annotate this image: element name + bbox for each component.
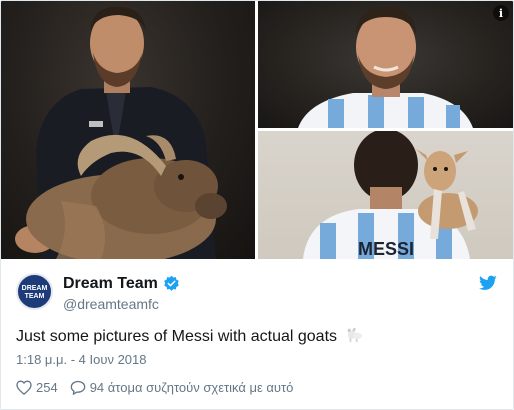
tweet-text-body: Just some pictures of Messi with actual …: [16, 328, 338, 345]
replies-text: 94 άτομα συζητούν σχετικά με αυτό: [89, 379, 294, 395]
twitter-bird-icon[interactable]: [479, 275, 497, 291]
handle[interactable]: @dreamteamfc: [63, 296, 159, 312]
heart-icon: [16, 379, 32, 395]
jersey-name: MESSI: [358, 239, 414, 259]
tweet-actions: 254 94 άτομα συζητούν σχετικά με αυτό: [16, 377, 293, 397]
photo-1-illustration: [15, 6, 227, 259]
display-name[interactable]: Dream Team: [63, 275, 158, 293]
tweet-text: Just some pictures of Messi with actual …: [16, 327, 363, 346]
reply-bubble-icon: [70, 380, 86, 395]
tweet-card[interactable]: i MESSI DREAM TEAM Dream Team @dreamteam…: [0, 0, 514, 410]
goat-emoji-icon: [348, 327, 363, 343]
like-action[interactable]: 254: [16, 380, 58, 395]
photo-3-illustration: MESSI: [303, 131, 478, 259]
tweet-footer: DREAM TEAM Dream Team @dreamteamfc Just …: [1, 259, 513, 409]
photo-messi-with-ram[interactable]: [1, 1, 255, 259]
timestamp[interactable]: 1:18 μ.μ. - 4 Ιουν 2018: [16, 352, 147, 367]
avatar-line-2: TEAM: [24, 293, 45, 300]
like-count: 254: [36, 379, 58, 395]
photo-messi-back-with-goat[interactable]: MESSI: [258, 131, 513, 259]
reply-action[interactable]: 94 άτομα συζητούν σχετικά με αυτό: [70, 379, 294, 395]
photo-2-illustration: [298, 7, 473, 128]
avatar[interactable]: DREAM TEAM: [16, 273, 53, 310]
avatar-line-1: DREAM: [21, 285, 48, 292]
media-grid: i MESSI: [1, 1, 513, 259]
verified-badge-icon: [164, 275, 179, 291]
photo-messi-portrait[interactable]: i: [258, 1, 513, 128]
info-icon[interactable]: i: [493, 5, 509, 21]
